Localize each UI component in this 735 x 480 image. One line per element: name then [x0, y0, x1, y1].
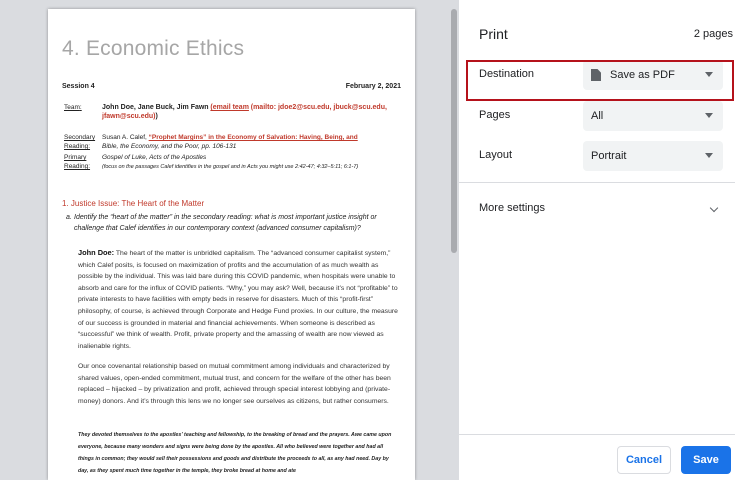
- preview-scrollbar-thumb[interactable]: [451, 9, 457, 253]
- chevron-down-icon: [705, 113, 713, 118]
- destination-highlight-box: [466, 60, 734, 101]
- team-mailto-cont[interactable]: jfawn@scu.edu): [102, 113, 156, 120]
- print-preview-area: 4. Economic Ethics Session 4 February 2,…: [0, 0, 459, 480]
- answer-author: John Doe:: [78, 248, 115, 257]
- scripture-quote: They devoted themselves to the apostles'…: [78, 432, 392, 474]
- secondary-author: Susan A. Calef,: [102, 134, 149, 141]
- chevron-down-icon[interactable]: [709, 203, 719, 213]
- chevron-down-icon: [705, 153, 713, 158]
- layout-select[interactable]: Portrait: [583, 141, 723, 171]
- question-letter: a.: [66, 214, 72, 221]
- primary-reading-label: Reading:: [64, 163, 91, 170]
- panel-title: Print: [479, 26, 508, 42]
- layout-label: Layout: [479, 149, 513, 161]
- answer-paragraph-2: Our once covenantal relationship based o…: [78, 363, 391, 405]
- team-label: Team: [64, 104, 80, 111]
- team-email-link[interactable]: (email team: [210, 104, 249, 111]
- document-title: 4. Economic Ethics: [62, 37, 245, 60]
- section-heading: 1. Justice Issue: The Heart of the Matte…: [62, 199, 205, 208]
- primary-note: (focus on the passages Calef identifies …: [102, 164, 359, 170]
- secondary-reading-link[interactable]: “Prophet Margins” in the Economy of Salv…: [149, 134, 358, 141]
- answer-paragraph-1: John Doe: The heart of the matter is unb…: [78, 247, 399, 352]
- primary-text: Gospel of Luke, Acts of the Apostles: [102, 154, 207, 161]
- primary-label: Primary: [64, 154, 87, 161]
- pages-value: All: [591, 110, 604, 122]
- save-button[interactable]: Save: [681, 446, 731, 474]
- question-text: Identify the “heart of the matter” in th…: [74, 214, 377, 232]
- pages-label: Pages: [479, 109, 511, 121]
- secondary-label: Secondary: [64, 134, 96, 141]
- pages-select[interactable]: All: [583, 101, 723, 131]
- cancel-button[interactable]: Cancel: [617, 446, 671, 474]
- layout-value: Portrait: [591, 150, 627, 162]
- answer-text-1: The heart of the matter is unbridled cap…: [78, 250, 398, 350]
- reading-label: Reading:: [64, 143, 91, 150]
- team-mailto[interactable]: (mailto: jdoe2@scu.edu, jbuck@scu.edu,: [251, 104, 387, 111]
- page-count: 2 pages: [693, 28, 733, 40]
- footer-divider: [459, 434, 735, 435]
- question: a. Identify the “heart of the matter” in…: [66, 212, 401, 234]
- more-settings-toggle[interactable]: More settings: [479, 202, 545, 214]
- secondary-book: Bible, the Economy, and the Poor, pp. 10…: [102, 143, 237, 150]
- session-label: Session 4: [62, 83, 95, 90]
- preview-page: 4. Economic Ethics Session 4 February 2,…: [48, 9, 415, 480]
- settings-divider: [459, 182, 735, 183]
- team-close-paren: ): [155, 113, 158, 120]
- session-row: Session 4 February 2, 2021: [62, 83, 401, 90]
- team-names: John Doe, Jane Buck, Jim Fawn: [102, 104, 209, 111]
- session-date: February 2, 2021: [345, 83, 401, 90]
